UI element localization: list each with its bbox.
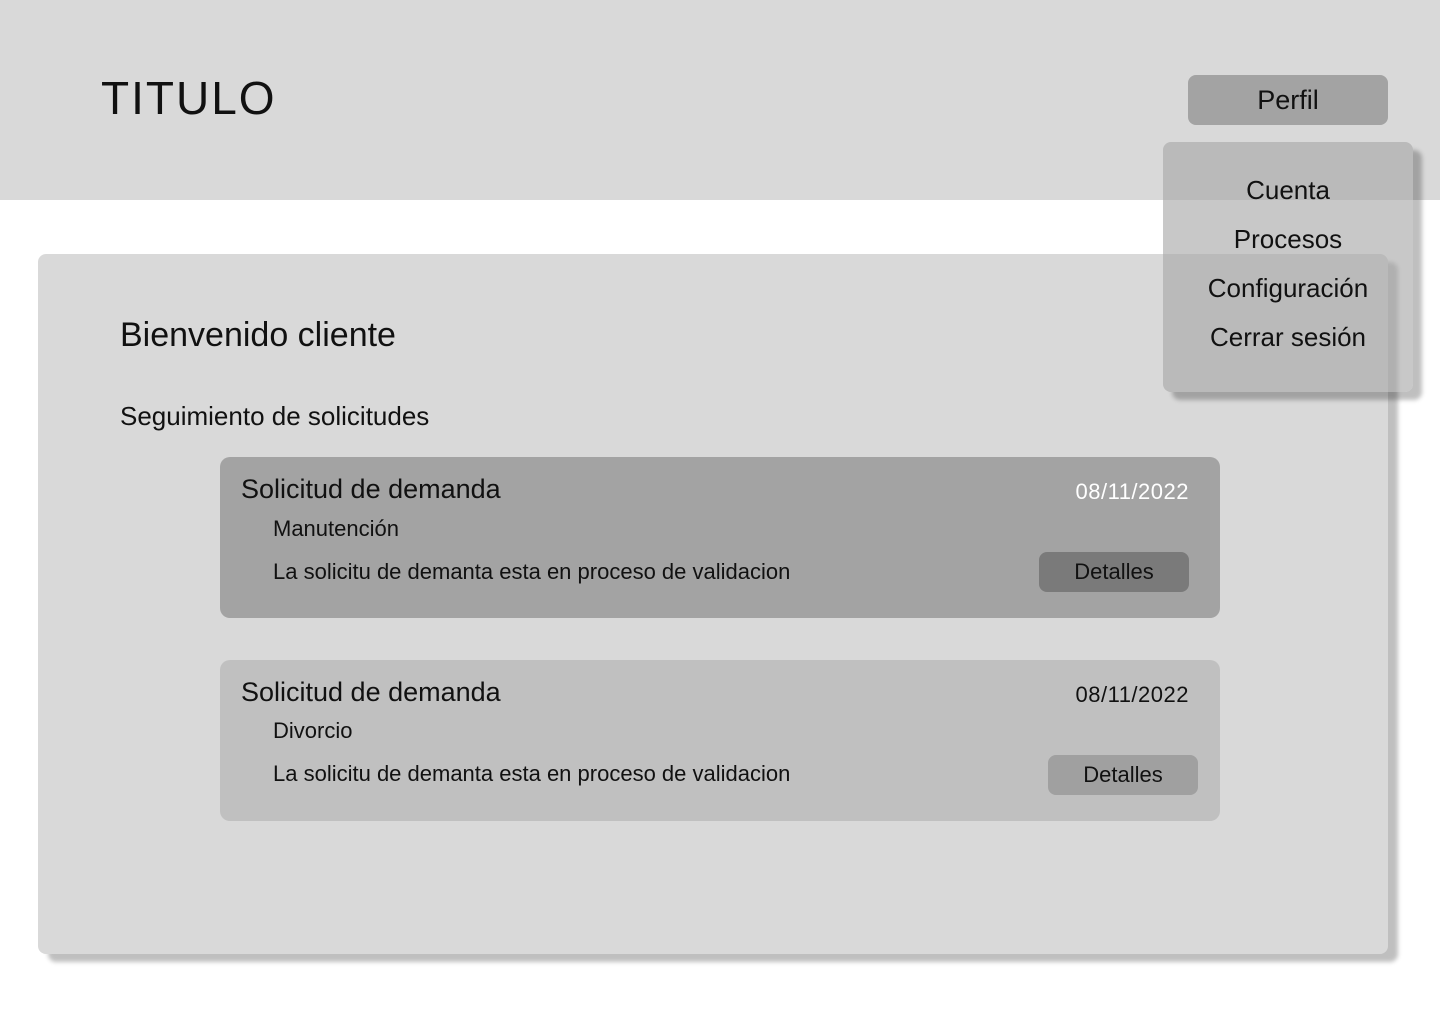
welcome-heading: Bienvenido cliente [120, 316, 396, 354]
section-title: Seguimiento de solicitudes [120, 401, 430, 431]
menu-item-account[interactable]: Cuenta [1163, 173, 1413, 207]
request-card: Solicitud de demanda 08/11/2022 Divorcio… [220, 660, 1220, 821]
profile-dropdown-menu: Cuenta Procesos Configuración Cerrar ses… [1163, 142, 1413, 392]
request-date: 08/11/2022 [1075, 682, 1189, 707]
menu-item-processes[interactable]: Procesos [1163, 222, 1413, 256]
site-title: TITULO [101, 72, 277, 124]
menu-item-logout[interactable]: Cerrar sesión [1163, 320, 1413, 354]
details-button[interactable]: Detalles [1048, 755, 1198, 795]
request-card: Solicitud de demanda 08/11/2022 Manutenc… [220, 457, 1220, 618]
request-status: La solicitu de demanta esta en proceso d… [273, 559, 791, 584]
request-date: 08/11/2022 [1075, 479, 1189, 504]
request-status: La solicitu de demanta esta en proceso d… [273, 761, 791, 786]
menu-item-settings[interactable]: Configuración [1163, 271, 1413, 305]
request-category: Manutención [273, 516, 399, 541]
request-title: Solicitud de demanda [241, 474, 501, 504]
details-button[interactable]: Detalles [1039, 552, 1189, 592]
profile-button[interactable]: Perfil [1188, 75, 1388, 125]
request-category: Divorcio [273, 718, 353, 743]
request-title: Solicitud de demanda [241, 677, 501, 707]
